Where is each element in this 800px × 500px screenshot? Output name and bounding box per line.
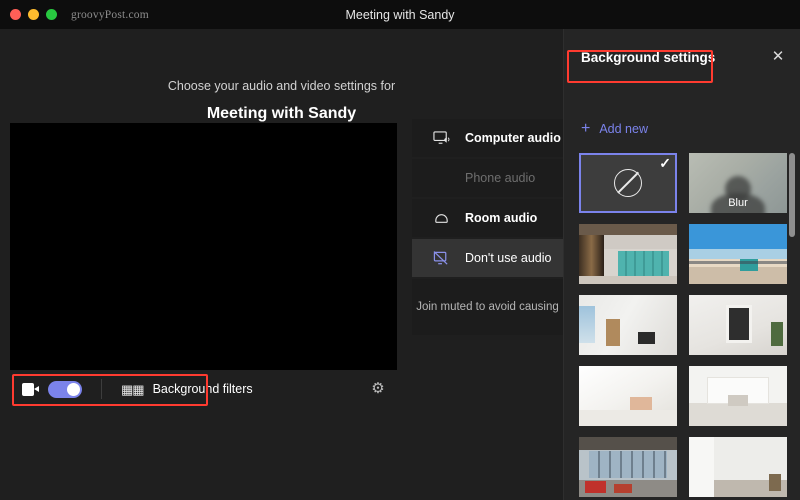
sparkle-icon: ▦▦ <box>121 381 145 397</box>
thumb-detail <box>584 481 607 494</box>
gear-icon[interactable]: ⚙ <box>369 380 387 398</box>
window-titlebar: groovyPost.com <box>0 0 800 29</box>
panel-title: Background settings <box>581 49 716 65</box>
background-thumb-bright-white-loft[interactable] <box>579 366 677 426</box>
checkmark-icon: ✓ <box>659 155 671 171</box>
background-thumb-beach-lifeguard[interactable] <box>689 224 787 284</box>
monitor-slash-icon <box>432 250 451 267</box>
background-filters-control[interactable]: ▦▦ Background filters <box>10 379 253 399</box>
thumb-detail <box>726 304 752 343</box>
background-thumb-none[interactable]: ✓ <box>579 153 677 213</box>
add-new-label: Add new <box>599 122 648 136</box>
thumb-detail <box>771 322 784 346</box>
room-speaker-icon <box>432 210 451 227</box>
panel-scrollbar[interactable] <box>789 153 795 500</box>
audio-option-label: Don't use audio <box>465 251 552 265</box>
thumb-detail <box>606 319 621 346</box>
thumb-detail <box>579 410 677 426</box>
panel-scrollbar-thumb[interactable] <box>789 153 795 237</box>
audio-note: Join muted to avoid causing <box>412 279 563 335</box>
audio-option-phone-audio: Phone audio <box>412 159 563 197</box>
thumb-detail <box>728 394 748 406</box>
thumb-detail <box>588 451 668 478</box>
thumb-detail <box>579 234 605 277</box>
close-icon[interactable]: ✕ <box>770 49 786 65</box>
minimize-window-button[interactable] <box>28 9 39 20</box>
background-settings-panel: Background settings ✕ + Add new ✓ Blur <box>563 29 800 500</box>
audio-option-room-audio[interactable]: Room audio <box>412 199 563 237</box>
background-filters-label: Background filters <box>152 382 253 396</box>
video-preview-toolbar: ▦▦ Background filters ⚙ <box>10 370 397 408</box>
background-thumb-white-room-mirror[interactable] <box>689 295 787 355</box>
panel-header: Background settings <box>564 29 800 85</box>
blur-caption: Blur <box>728 197 748 209</box>
thumb-detail <box>637 332 656 345</box>
add-new-background-button[interactable]: + Add new <box>581 120 648 137</box>
site-watermark: groovyPost.com <box>71 8 149 21</box>
monitor-speaker-icon <box>432 130 451 147</box>
close-window-button[interactable] <box>10 9 21 20</box>
video-toggle[interactable] <box>48 380 82 398</box>
thumb-detail <box>689 437 715 497</box>
background-thumb-industrial-loft-lounge[interactable] <box>579 437 677 497</box>
audio-options-list: Computer audio Phone audio Room audio Do… <box>412 119 563 335</box>
teams-prejoin-window: groovyPost.com Meeting with Sandy Choose… <box>0 0 800 500</box>
thumb-detail <box>769 474 782 491</box>
background-thumb-minimal-white-desk[interactable] <box>689 437 787 497</box>
thumb-detail <box>579 305 595 343</box>
audio-option-computer-audio[interactable]: Computer audio <box>412 119 563 157</box>
prejoin-prompt: Choose your audio and video settings for <box>167 79 396 93</box>
thumb-detail <box>618 251 670 277</box>
thumb-detail <box>579 276 677 284</box>
background-thumb-empty-white-studio[interactable] <box>689 366 787 426</box>
traffic-lights <box>10 9 57 20</box>
no-background-icon <box>614 169 642 197</box>
background-thumb-white-room-window[interactable] <box>579 295 677 355</box>
thumb-detail <box>614 483 632 494</box>
video-preview[interactable] <box>10 123 397 370</box>
background-thumb-office-lockers[interactable] <box>579 224 677 284</box>
plus-icon: + <box>581 120 591 137</box>
maximize-window-button[interactable] <box>46 9 57 20</box>
audio-option-label: Computer audio <box>465 131 561 145</box>
toolbar-divider <box>101 379 102 399</box>
audio-option-label: Phone audio <box>465 171 536 185</box>
camera-icon <box>22 382 39 396</box>
thumb-detail <box>689 261 787 265</box>
audio-option-label: Room audio <box>465 211 538 225</box>
phone-audio-icon-placeholder <box>432 170 451 187</box>
audio-option-dont-use-audio[interactable]: Don't use audio <box>412 239 563 277</box>
background-thumb-blur[interactable]: Blur <box>689 153 787 213</box>
background-thumbnail-grid: ✓ Blur <box>579 153 787 500</box>
